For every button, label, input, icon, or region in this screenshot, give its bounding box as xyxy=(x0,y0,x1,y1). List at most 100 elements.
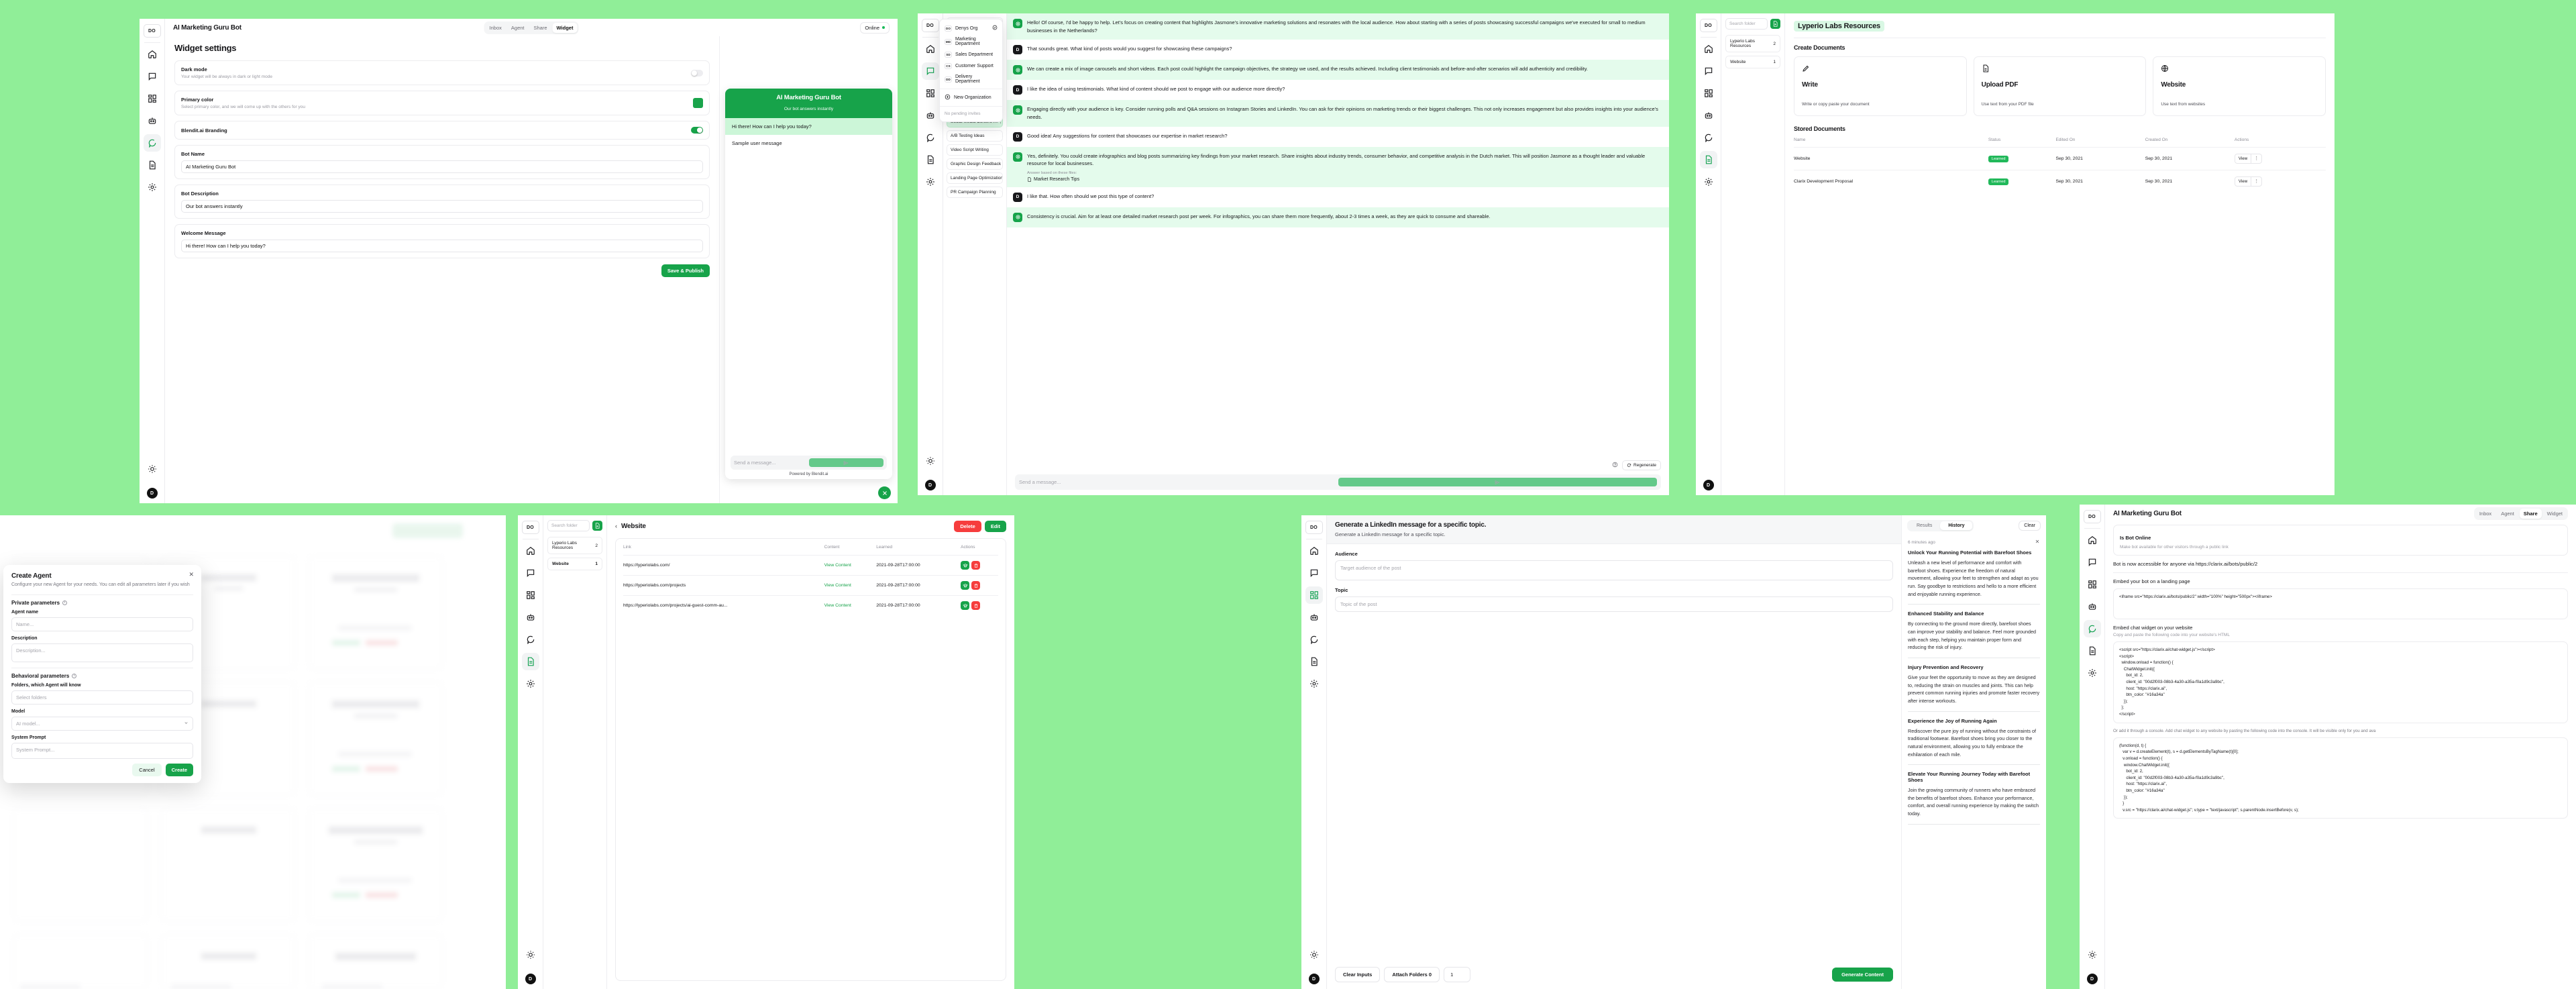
bot-description-input[interactable]: Our bot answers instantly xyxy=(181,200,703,213)
robot-icon[interactable] xyxy=(1700,107,1717,124)
organization-item[interactable]: DO Denys Org xyxy=(940,22,1002,34)
chat-input[interactable]: Send a message... xyxy=(1015,474,1661,490)
clear-results-button[interactable]: Clear xyxy=(2019,521,2041,531)
row-menu-icon[interactable]: ⋮ xyxy=(2251,177,2261,186)
search-folder-input[interactable]: Search folder xyxy=(547,520,590,531)
delete-icon[interactable] xyxy=(971,561,981,570)
folder-item[interactable]: Lyperio Labs Resources 2 xyxy=(547,537,602,554)
branding-toggle[interactable] xyxy=(691,127,703,134)
org-logo[interactable]: DO xyxy=(1305,521,1323,534)
user-avatar[interactable]: D xyxy=(1308,974,1320,984)
conversation-item[interactable]: Video Script Writing xyxy=(947,144,1003,156)
view-content-link[interactable]: View Content xyxy=(824,563,851,568)
user-avatar[interactable]: D xyxy=(2086,974,2098,984)
settings-gear-icon[interactable] xyxy=(1305,675,1323,692)
apps-grid-icon[interactable] xyxy=(144,90,161,107)
chat-bot-icon[interactable] xyxy=(1700,129,1717,146)
theme-toggle-icon[interactable] xyxy=(522,946,539,964)
agent-name-input[interactable]: Name... xyxy=(11,617,193,631)
relearn-icon[interactable] xyxy=(961,561,970,570)
robot-icon[interactable] xyxy=(922,107,939,124)
new-folder-icon[interactable] xyxy=(592,521,602,531)
model-select[interactable]: AI model... xyxy=(11,716,193,731)
welcome-message-input[interactable]: Hi there! How can I help you today? xyxy=(181,240,703,252)
send-icon[interactable] xyxy=(808,458,883,467)
tab-results[interactable]: Results xyxy=(1909,521,1940,530)
home-icon[interactable] xyxy=(522,542,539,560)
attach-folders-button[interactable]: Attach Folders 0 xyxy=(1384,967,1440,982)
delete-button[interactable]: Delete xyxy=(954,521,981,532)
home-icon[interactable] xyxy=(922,40,939,58)
documents-icon[interactable] xyxy=(922,151,939,168)
robot-icon[interactable] xyxy=(144,112,161,129)
inbox-icon[interactable] xyxy=(921,62,939,80)
home-icon[interactable] xyxy=(2084,531,2101,549)
tab-widget[interactable]: Widget xyxy=(552,22,578,33)
inbox-icon[interactable] xyxy=(522,564,539,582)
info-icon[interactable]: i xyxy=(72,673,77,678)
apps-grid-icon[interactable] xyxy=(522,586,539,604)
inbox-icon[interactable] xyxy=(1305,564,1323,582)
chat-bot-icon[interactable] xyxy=(2083,620,2101,637)
help-circle-icon[interactable] xyxy=(1612,459,1618,471)
cancel-button[interactable]: Cancel xyxy=(132,763,162,776)
org-logo[interactable]: DO xyxy=(521,521,539,534)
inbox-icon[interactable] xyxy=(2084,554,2101,571)
send-icon[interactable] xyxy=(1338,478,1657,486)
settings-gear-icon[interactable] xyxy=(144,178,161,196)
source-file[interactable]: Market Research Tips xyxy=(1027,177,1660,182)
audience-textarea[interactable]: Target audience of the post xyxy=(1335,560,1893,580)
settings-gear-icon[interactable] xyxy=(2084,664,2101,682)
topic-input[interactable]: Topic of the post xyxy=(1335,596,1893,612)
generate-content-button[interactable]: Generate Content xyxy=(1832,968,1893,982)
org-logo[interactable]: DO xyxy=(143,24,161,38)
user-avatar[interactable]: D xyxy=(525,974,536,984)
apps-grid-icon[interactable] xyxy=(2084,576,2101,593)
theme-toggle-icon[interactable] xyxy=(144,460,161,478)
primary-color-swatch[interactable] xyxy=(693,98,703,108)
regenerate-button[interactable]: Regenerate xyxy=(1622,460,1661,470)
folder-item[interactable]: Website 1 xyxy=(547,558,602,570)
close-result-icon[interactable] xyxy=(2035,539,2040,545)
settings-gear-icon[interactable] xyxy=(922,173,939,191)
user-avatar[interactable]: D xyxy=(924,480,936,490)
chat-bot-icon[interactable] xyxy=(522,631,539,648)
view-button[interactable]: View ⋮ xyxy=(2234,176,2263,187)
edit-button[interactable]: Edit xyxy=(984,521,1006,532)
settings-gear-icon[interactable] xyxy=(522,675,539,692)
home-icon[interactable] xyxy=(144,46,161,63)
theme-toggle-icon[interactable] xyxy=(1305,946,1323,964)
apps-grid-icon[interactable] xyxy=(1305,586,1323,604)
conversation-item[interactable]: Landing Page Optimization xyxy=(947,172,1003,184)
create-document-card[interactable]: Website Use text from websites xyxy=(2153,56,2326,116)
organization-item[interactable]: CS Customer Support xyxy=(940,60,1002,72)
home-icon[interactable] xyxy=(1305,542,1323,560)
widget-preview-input[interactable]: Send a message... xyxy=(731,456,887,470)
inbox-icon[interactable] xyxy=(1700,62,1717,80)
relearn-icon[interactable] xyxy=(961,581,970,590)
tab-widget[interactable]: Widget xyxy=(2543,509,2567,519)
bot-name-input[interactable]: AI Marketing Guru Bot xyxy=(181,160,703,173)
description-textarea[interactable]: Description... xyxy=(11,643,193,662)
documents-icon[interactable] xyxy=(144,156,161,174)
delete-icon[interactable] xyxy=(971,581,981,590)
info-icon[interactable]: i xyxy=(62,600,68,605)
user-avatar[interactable]: D xyxy=(1703,480,1714,490)
tab-inbox[interactable]: Inbox xyxy=(2475,509,2496,519)
tab-share[interactable]: Share xyxy=(530,23,551,33)
folders-select[interactable]: Select folders xyxy=(11,690,193,705)
organization-item[interactable]: DD Delivery Department xyxy=(940,72,1002,87)
tab-agent[interactable]: Agent xyxy=(2497,509,2518,519)
folder-item[interactable]: Website 1 xyxy=(1725,56,1780,68)
embed-widget-code[interactable]: <script src="https://clarix.ai/chat-widg… xyxy=(2113,641,2568,723)
org-logo[interactable]: DO xyxy=(921,19,939,32)
documents-icon[interactable] xyxy=(521,653,539,670)
documents-icon[interactable] xyxy=(1699,151,1717,168)
clear-inputs-button[interactable]: Clear Inputs xyxy=(1335,967,1381,982)
documents-icon[interactable] xyxy=(1305,653,1323,670)
conversation-item[interactable]: A/B Testing Ideas xyxy=(947,130,1003,142)
robot-icon[interactable] xyxy=(2084,598,2101,615)
new-folder-icon[interactable] xyxy=(1770,19,1780,29)
settings-gear-icon[interactable] xyxy=(1700,173,1717,191)
view-content-link[interactable]: View Content xyxy=(824,603,851,608)
